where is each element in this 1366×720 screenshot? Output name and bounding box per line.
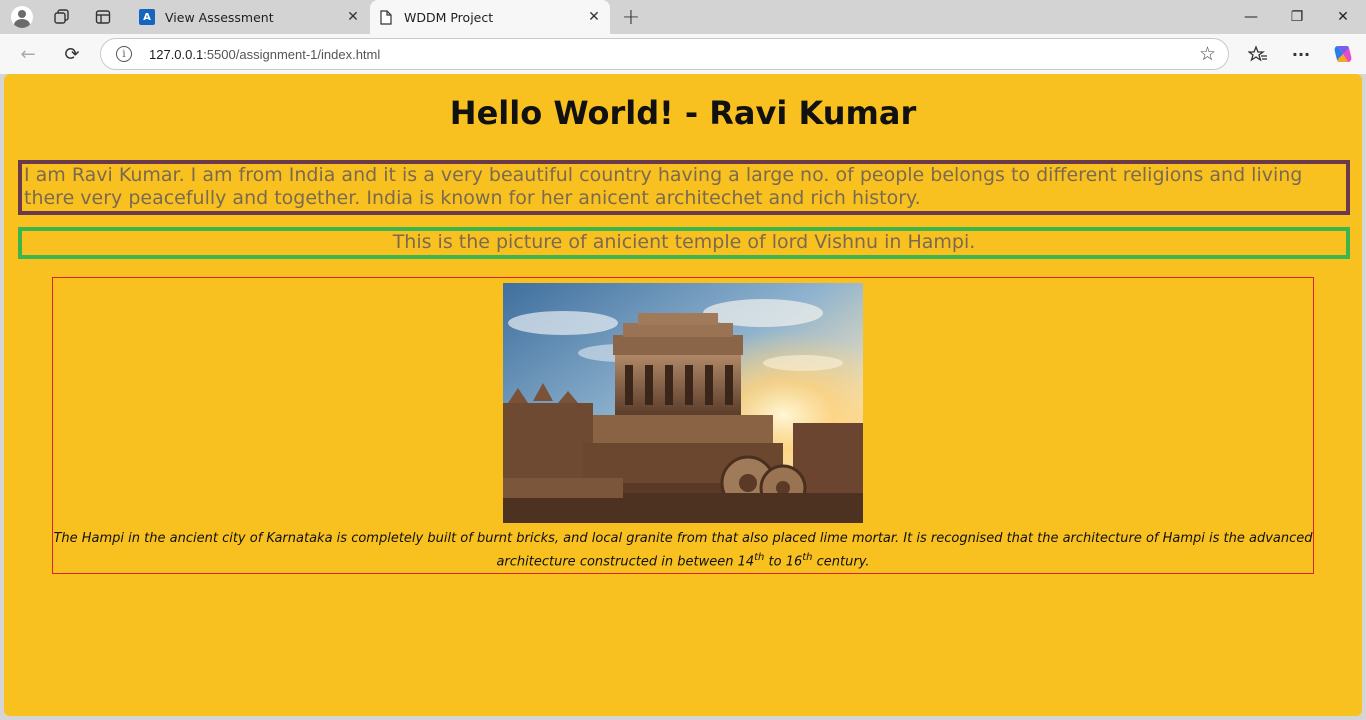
address-bar[interactable]: i 127.0.0.1:5500/assignment-1/index.html… — [100, 38, 1229, 70]
copilot-icon — [1334, 46, 1352, 62]
hampi-temple-image — [503, 283, 863, 523]
vertical-tabs-icon — [95, 10, 111, 24]
tab-actions-button[interactable] — [90, 4, 116, 30]
url-text: 127.0.0.1:5500/assignment-1/index.html — [149, 47, 381, 62]
page-viewport: Hello World! - Ravi Kumar I am Ravi Kuma… — [4, 74, 1362, 716]
minimize-button[interactable]: — — [1228, 0, 1274, 34]
close-window-button[interactable]: ✕ — [1320, 0, 1366, 34]
browser-toolbar: ← ⟳ i 127.0.0.1:5500/assignment-1/index.… — [0, 34, 1366, 74]
favorites-icon — [1248, 45, 1267, 62]
tab-title: View Assessment — [165, 9, 274, 25]
page-title: Hello World! - Ravi Kumar — [449, 94, 917, 132]
new-tab-button[interactable]: + — [618, 5, 644, 30]
tab-strip: A View Assessment ✕ WDDM Project ✕ + — ❐… — [0, 0, 1366, 34]
picture-caption: This is the picture of anicient temple o… — [18, 227, 1350, 259]
profile-button[interactable] — [9, 4, 35, 30]
favorite-star-icon[interactable]: ☆ — [1199, 43, 1216, 65]
figure-caption: The Hampi in the ancient city of Karnata… — [53, 531, 1313, 570]
favorites-button[interactable] — [1244, 40, 1272, 68]
tab-wddm-project[interactable]: WDDM Project ✕ — [370, 0, 610, 34]
copilot-button[interactable] — [1329, 40, 1357, 68]
close-tab-icon[interactable]: ✕ — [584, 7, 604, 27]
intro-paragraph: I am Ravi Kumar. I am from India and it … — [18, 160, 1350, 215]
temple-figure: The Hampi in the ancient city of Karnata… — [52, 277, 1314, 574]
workspaces-icon — [54, 9, 69, 24]
site-info-icon[interactable]: i — [116, 46, 132, 62]
tab-view-assessment[interactable]: A View Assessment ✕ — [131, 0, 369, 34]
close-tab-icon[interactable]: ✕ — [343, 7, 363, 27]
restore-button[interactable]: ❐ — [1274, 0, 1320, 34]
page-icon — [378, 9, 394, 25]
profile-icon — [11, 6, 33, 28]
workspaces-button[interactable] — [49, 4, 75, 30]
more-menu-button[interactable]: ··· — [1287, 40, 1315, 68]
back-button[interactable]: ← — [14, 40, 42, 68]
reload-button[interactable]: ⟳ — [58, 40, 86, 68]
assessment-app-icon: A — [139, 9, 155, 25]
tab-title: WDDM Project — [404, 9, 494, 25]
